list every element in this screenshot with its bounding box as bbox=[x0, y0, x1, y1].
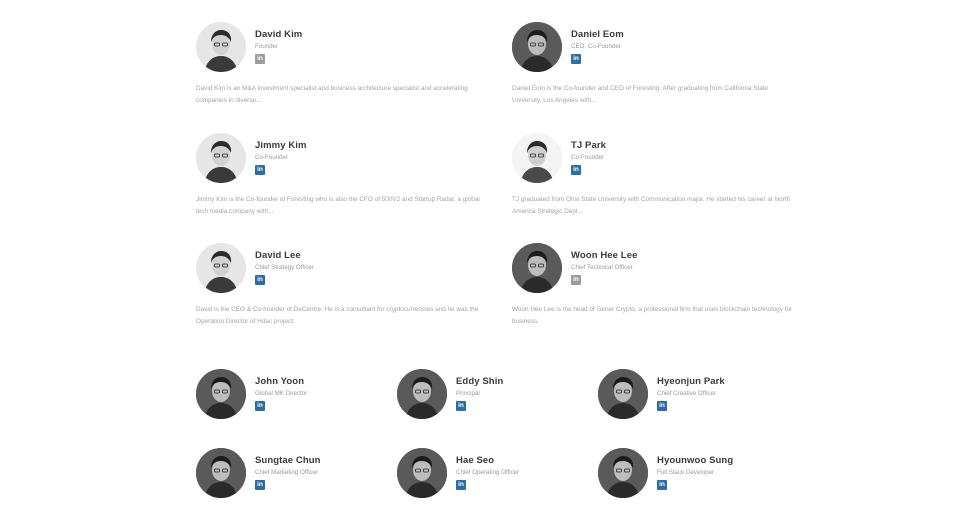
person-photo bbox=[598, 448, 648, 498]
member-name: Hae Seo bbox=[456, 455, 495, 466]
member-name: Daniel Eom bbox=[571, 29, 624, 40]
person-photo bbox=[512, 22, 562, 72]
person-photo bbox=[196, 369, 246, 419]
linkedin-icon[interactable]: in bbox=[255, 275, 265, 285]
linkedin-icon[interactable]: in bbox=[571, 54, 581, 64]
linkedin-icon[interactable]: in bbox=[571, 165, 581, 175]
member-role: Chief Creative Officer bbox=[657, 390, 717, 397]
linkedin-icon[interactable]: in bbox=[255, 401, 265, 411]
linkedin-icon[interactable]: in bbox=[255, 480, 265, 490]
linkedin-icon[interactable]: in bbox=[255, 165, 265, 175]
member-name: Eddy Shin bbox=[456, 376, 504, 387]
member-name: Hyeonjun Park bbox=[657, 376, 725, 387]
member-name: John Yoon bbox=[255, 376, 305, 387]
member-role: Full Stack Developer bbox=[657, 469, 715, 476]
avatar bbox=[196, 369, 246, 419]
member-bio: Daniel Eom is the Co-founder and CEO of … bbox=[512, 85, 769, 104]
linkedin-icon[interactable]: in bbox=[456, 480, 466, 490]
person-photo bbox=[196, 133, 246, 183]
avatar bbox=[512, 22, 562, 72]
person-photo bbox=[397, 448, 447, 498]
member-name: Sungtae Chun bbox=[255, 455, 321, 466]
avatar bbox=[598, 369, 648, 419]
linkedin-icon[interactable]: in bbox=[255, 54, 265, 64]
person-photo bbox=[598, 369, 648, 419]
member-bio: TJ graduated from Ohio State University … bbox=[512, 196, 791, 215]
member-role: Chief Strategy Officer bbox=[255, 264, 315, 271]
person-photo bbox=[512, 243, 562, 293]
avatar bbox=[512, 243, 562, 293]
member-bio: Jimmy Kim is the Co-founder of Foresting… bbox=[196, 196, 480, 215]
person-photo bbox=[196, 22, 246, 72]
linkedin-icon[interactable]: in bbox=[571, 275, 581, 285]
member-role: Global MK Director bbox=[255, 390, 308, 397]
linkedin-icon[interactable]: in bbox=[657, 401, 667, 411]
member-bio: Woon Hee Lee is the head of Gener Crypto… bbox=[512, 306, 793, 325]
member-name: David Kim bbox=[255, 29, 303, 40]
member-role: Chief Operating Officer bbox=[456, 469, 520, 476]
member-role: Co-Founder bbox=[255, 154, 289, 161]
avatar bbox=[512, 133, 562, 183]
linkedin-icon[interactable]: in bbox=[657, 480, 667, 490]
member-bio: David Kim is an M&A investment specialis… bbox=[196, 85, 468, 104]
member-role: CEO, Co-Founder bbox=[571, 43, 621, 50]
member-name: Woon Hee Lee bbox=[571, 250, 638, 261]
member-role: Chief Technical Officer bbox=[571, 264, 633, 271]
member-bio: David is the CEO & Co-founder of DeCentr… bbox=[196, 306, 479, 325]
avatar bbox=[397, 448, 447, 498]
member-name: TJ Park bbox=[571, 140, 607, 151]
linkedin-icon[interactable]: in bbox=[456, 401, 466, 411]
person-photo bbox=[397, 369, 447, 419]
member-name: Jimmy Kim bbox=[255, 140, 307, 151]
avatar bbox=[598, 448, 648, 498]
member-role: Principal bbox=[456, 390, 480, 397]
person-photo bbox=[196, 448, 246, 498]
member-role: Chief Marketing Officer bbox=[255, 469, 319, 476]
member-role: Founder bbox=[255, 43, 279, 50]
avatar bbox=[196, 448, 246, 498]
avatar bbox=[196, 243, 246, 293]
avatar bbox=[397, 369, 447, 419]
member-name: David Lee bbox=[255, 250, 301, 261]
person-photo bbox=[196, 243, 246, 293]
person-photo bbox=[512, 133, 562, 183]
member-role: Co-Founder bbox=[571, 154, 605, 161]
member-name: Hyounwoo Sung bbox=[657, 455, 734, 466]
avatar bbox=[196, 133, 246, 183]
avatar bbox=[196, 22, 246, 72]
